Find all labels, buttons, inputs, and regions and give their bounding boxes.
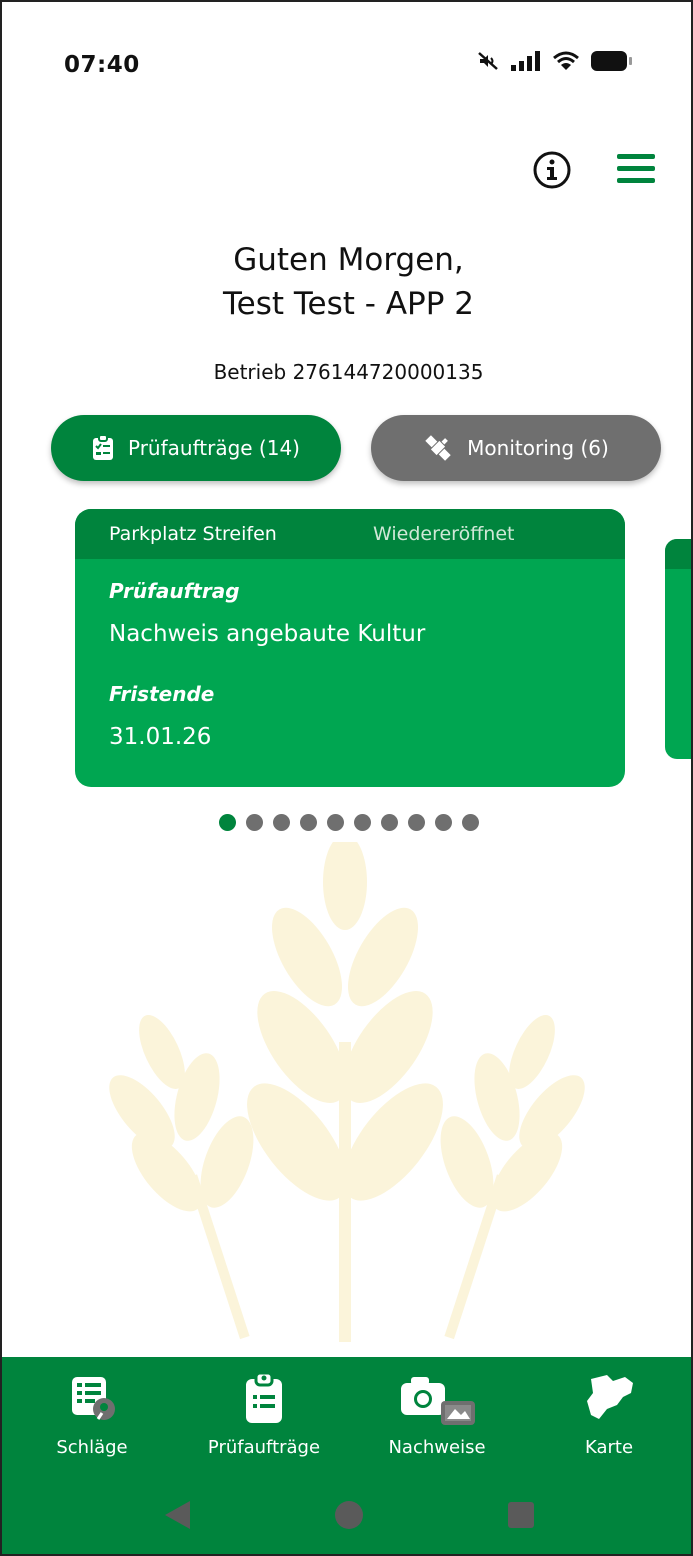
greeting-line-2: Test Test - APP 2	[222, 286, 474, 322]
menu-icon[interactable]	[617, 152, 655, 186]
battery-icon	[591, 51, 632, 71]
pagination-dot[interactable]	[434, 814, 452, 831]
card-auftrag: Nachweis angebaute Kultur	[109, 621, 426, 647]
pagination-dot[interactable]	[245, 814, 263, 831]
carousel-pagination	[2, 814, 691, 831]
app-screen: 07:40 Guten Morgen, Test Test - APP 2 Be…	[0, 0, 693, 1556]
signal-icon	[511, 51, 540, 71]
pagination-dot[interactable]	[353, 814, 371, 831]
recents-icon[interactable]	[508, 1502, 534, 1528]
card-field-name: Parkplatz Streifen	[109, 523, 277, 545]
camera-gallery-icon	[401, 1377, 475, 1425]
fields-list-icon	[72, 1377, 115, 1420]
monitoring-toggle-label: Monitoring (6)	[467, 436, 609, 460]
nav-label-nachweise: Nachweise	[388, 1437, 486, 1458]
card-fristende: 31.01.26	[109, 724, 212, 750]
satellite-icon	[425, 435, 451, 461]
saxony-map-icon	[587, 1375, 633, 1419]
wifi-icon	[553, 51, 579, 70]
clipboard-icon	[246, 1371, 282, 1423]
nav-label-karte: Karte	[584, 1437, 634, 1458]
pruefauftraege-toggle-label: Prüfaufträge (14)	[127, 436, 300, 460]
status-time: 07:40	[64, 52, 140, 78]
pruefauftrag-card[interactable]: Parkplatz Streifen Wiedereröffnet Prüfau…	[75, 509, 625, 787]
pagination-dot[interactable]	[299, 814, 317, 831]
pagination-dot[interactable]	[461, 814, 479, 831]
greeting-line-1: Guten Morgen,	[233, 242, 464, 278]
status-icons	[477, 50, 633, 72]
nav-item-pruefauftraege[interactable]: Prüfaufträge	[184, 1357, 344, 1458]
info-icon[interactable]	[532, 150, 572, 190]
pagination-dot[interactable]	[272, 814, 290, 831]
nav-item-nachweise[interactable]: Nachweise	[357, 1357, 517, 1458]
card-label-fristende: Fristende	[109, 682, 215, 706]
card-header: Parkplatz Streifen Wiedereröffnet	[75, 509, 625, 559]
monitoring-toggle-button[interactable]: Monitoring (6)	[371, 415, 661, 481]
card-label-auftrag: Prüfauftrag	[109, 579, 240, 603]
pagination-dot[interactable]	[380, 814, 398, 831]
card-status: Wiedereröffnet	[373, 523, 515, 545]
mute-icon	[478, 52, 498, 70]
wheat-illustration	[109, 842, 585, 1342]
pagination-dot[interactable]	[326, 814, 344, 831]
home-icon[interactable]	[335, 1501, 363, 1529]
nav-label-schlaege: Schläge	[56, 1437, 128, 1458]
nav-item-schlaege[interactable]: Schläge	[12, 1357, 172, 1458]
back-icon[interactable]	[165, 1501, 190, 1529]
nav-label-pruefauftraege: Prüfaufträge	[207, 1437, 321, 1458]
pagination-dot[interactable]	[218, 814, 236, 831]
system-navigation-bar	[165, 1501, 534, 1529]
nav-item-karte[interactable]: Karte	[529, 1357, 689, 1458]
checklist-icon	[92, 435, 113, 460]
betrieb-number: Betrieb 276144720000135	[213, 360, 484, 384]
next-card-peek[interactable]	[665, 539, 691, 759]
pagination-dot[interactable]	[407, 814, 425, 831]
pruefauftraege-toggle-button[interactable]: Prüfaufträge (14)	[51, 415, 341, 481]
